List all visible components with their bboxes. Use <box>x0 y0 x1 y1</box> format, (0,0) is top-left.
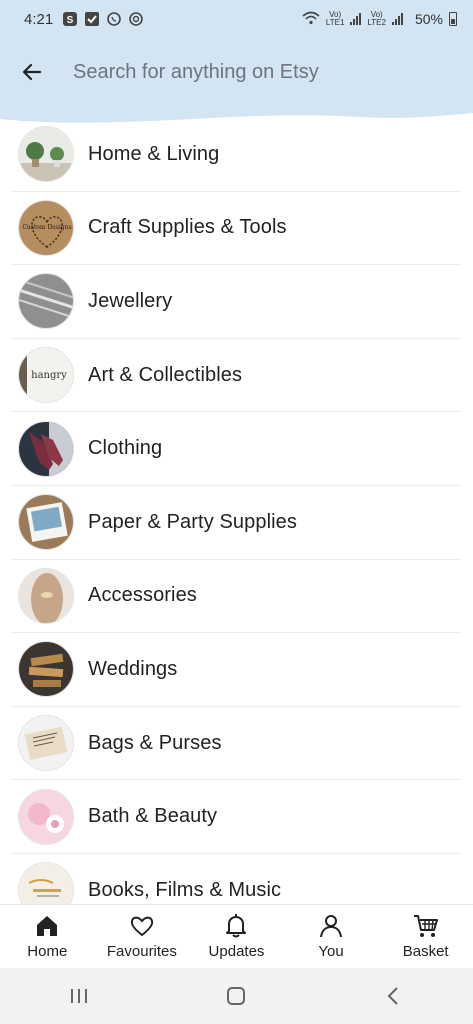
back-arrow-icon <box>22 63 42 81</box>
recent-apps-icon <box>70 989 87 1003</box>
category-label: Clothing <box>88 437 163 460</box>
bath-beauty-thumbnail <box>18 788 74 845</box>
category-bags-purses[interactable]: Bags & Purses <box>10 707 462 781</box>
nav-favourites-label: Favourites <box>106 943 177 960</box>
nav-home-label: Home <box>27 943 68 960</box>
nav-home[interactable]: Home <box>0 905 95 968</box>
craft-supplies-thumbnail: Custom Designs <box>18 199 74 256</box>
battery-icon <box>449 12 457 26</box>
category-label: Weddings <box>88 657 178 680</box>
category-label: Bath & Beauty <box>88 805 218 828</box>
category-label: Jewellery <box>88 289 173 312</box>
category-bath-beauty[interactable]: Bath & Beauty <box>10 780 462 854</box>
cart-icon <box>413 915 438 937</box>
status-time: 4:21 <box>24 10 54 28</box>
lte1-indicator: Vo) LTE1 <box>325 10 345 27</box>
whatsapp-icon <box>107 12 122 26</box>
battery-percent: 50% <box>414 11 443 27</box>
category-accessories[interactable]: Accessories <box>10 560 462 634</box>
search-input[interactable] <box>64 52 444 92</box>
category-books-films-music[interactable]: Books, Films & Music <box>10 854 462 904</box>
thumb-caption: Custom Designs <box>22 224 71 231</box>
category-weddings[interactable]: Weddings <box>10 633 462 707</box>
back-chevron-icon <box>387 987 398 1005</box>
category-label: Paper & Party Supplies <box>88 510 297 533</box>
category-label: Craft Supplies & Tools <box>88 216 287 239</box>
home-square-icon <box>227 987 246 1005</box>
check-app-icon <box>85 12 100 26</box>
skype-icon: S <box>63 12 78 26</box>
svg-text:S: S <box>67 15 74 26</box>
art-collectibles-thumbnail: hangry <box>18 347 74 404</box>
bottom-navigation: Home Favourites Updates You Basket <box>0 904 473 968</box>
category-label: Books, Films & Music <box>88 878 282 901</box>
category-paper-party-supplies[interactable]: Paper & Party Supplies <box>10 486 462 560</box>
nav-updates[interactable]: Updates <box>189 905 284 968</box>
category-clothing[interactable]: Clothing <box>10 412 462 486</box>
books-films-music-thumbnail <box>18 862 74 904</box>
nav-favourites[interactable]: Favourites <box>95 905 190 968</box>
status-bar: 4:21 S Vo) LTE1 Vo) LTE2 50% <box>0 0 473 38</box>
bell-icon <box>226 914 247 938</box>
heart-icon <box>130 916 154 937</box>
jewellery-thumbnail <box>18 273 74 330</box>
lte2-indicator: Vo) LTE2 <box>367 10 386 27</box>
nav-updates-label: Updates <box>208 943 265 960</box>
search-bar <box>0 52 473 92</box>
back-button[interactable] <box>0 52 64 92</box>
thumb-caption: hangry <box>31 370 67 381</box>
nav-basket-label: Basket <box>402 943 449 960</box>
category-craft-supplies-tools[interactable]: Custom Designs Craft Supplies & Tools <box>10 192 462 266</box>
system-back-button[interactable] <box>364 976 424 1016</box>
home-living-thumbnail <box>18 126 74 183</box>
category-art-collectibles[interactable]: hangry Art & Collectibles <box>10 339 462 413</box>
category-jewellery[interactable]: Jewellery <box>10 265 462 339</box>
person-icon <box>320 915 343 938</box>
nav-you-label: You <box>318 943 344 960</box>
nav-basket[interactable]: Basket <box>378 905 473 968</box>
category-label: Home & Living <box>88 142 220 165</box>
category-home-living[interactable]: Home & Living <box>10 118 462 192</box>
category-label: Art & Collectibles <box>88 363 243 386</box>
signal-bars-1 <box>350 13 362 25</box>
paper-party-thumbnail <box>18 494 74 551</box>
category-list: Home & Living Custom Designs Craft Suppl… <box>0 118 473 904</box>
clothing-thumbnail <box>18 420 74 477</box>
sync-app-icon <box>129 12 144 26</box>
wifi-icon <box>302 11 320 28</box>
recent-apps-button[interactable] <box>49 976 109 1016</box>
bags-purses-thumbnail <box>18 715 74 772</box>
home-icon <box>37 916 58 936</box>
weddings-thumbnail <box>18 641 74 698</box>
header-area: 4:21 S Vo) LTE1 Vo) LTE2 50% <box>0 0 473 131</box>
accessories-thumbnail <box>18 567 74 624</box>
signal-bars-2 <box>391 13 403 25</box>
nav-you[interactable]: You <box>284 905 379 968</box>
category-label: Accessories <box>88 584 197 607</box>
system-navigation-bar <box>0 968 473 1024</box>
system-home-button[interactable] <box>206 976 266 1016</box>
category-label: Bags & Purses <box>88 731 222 754</box>
